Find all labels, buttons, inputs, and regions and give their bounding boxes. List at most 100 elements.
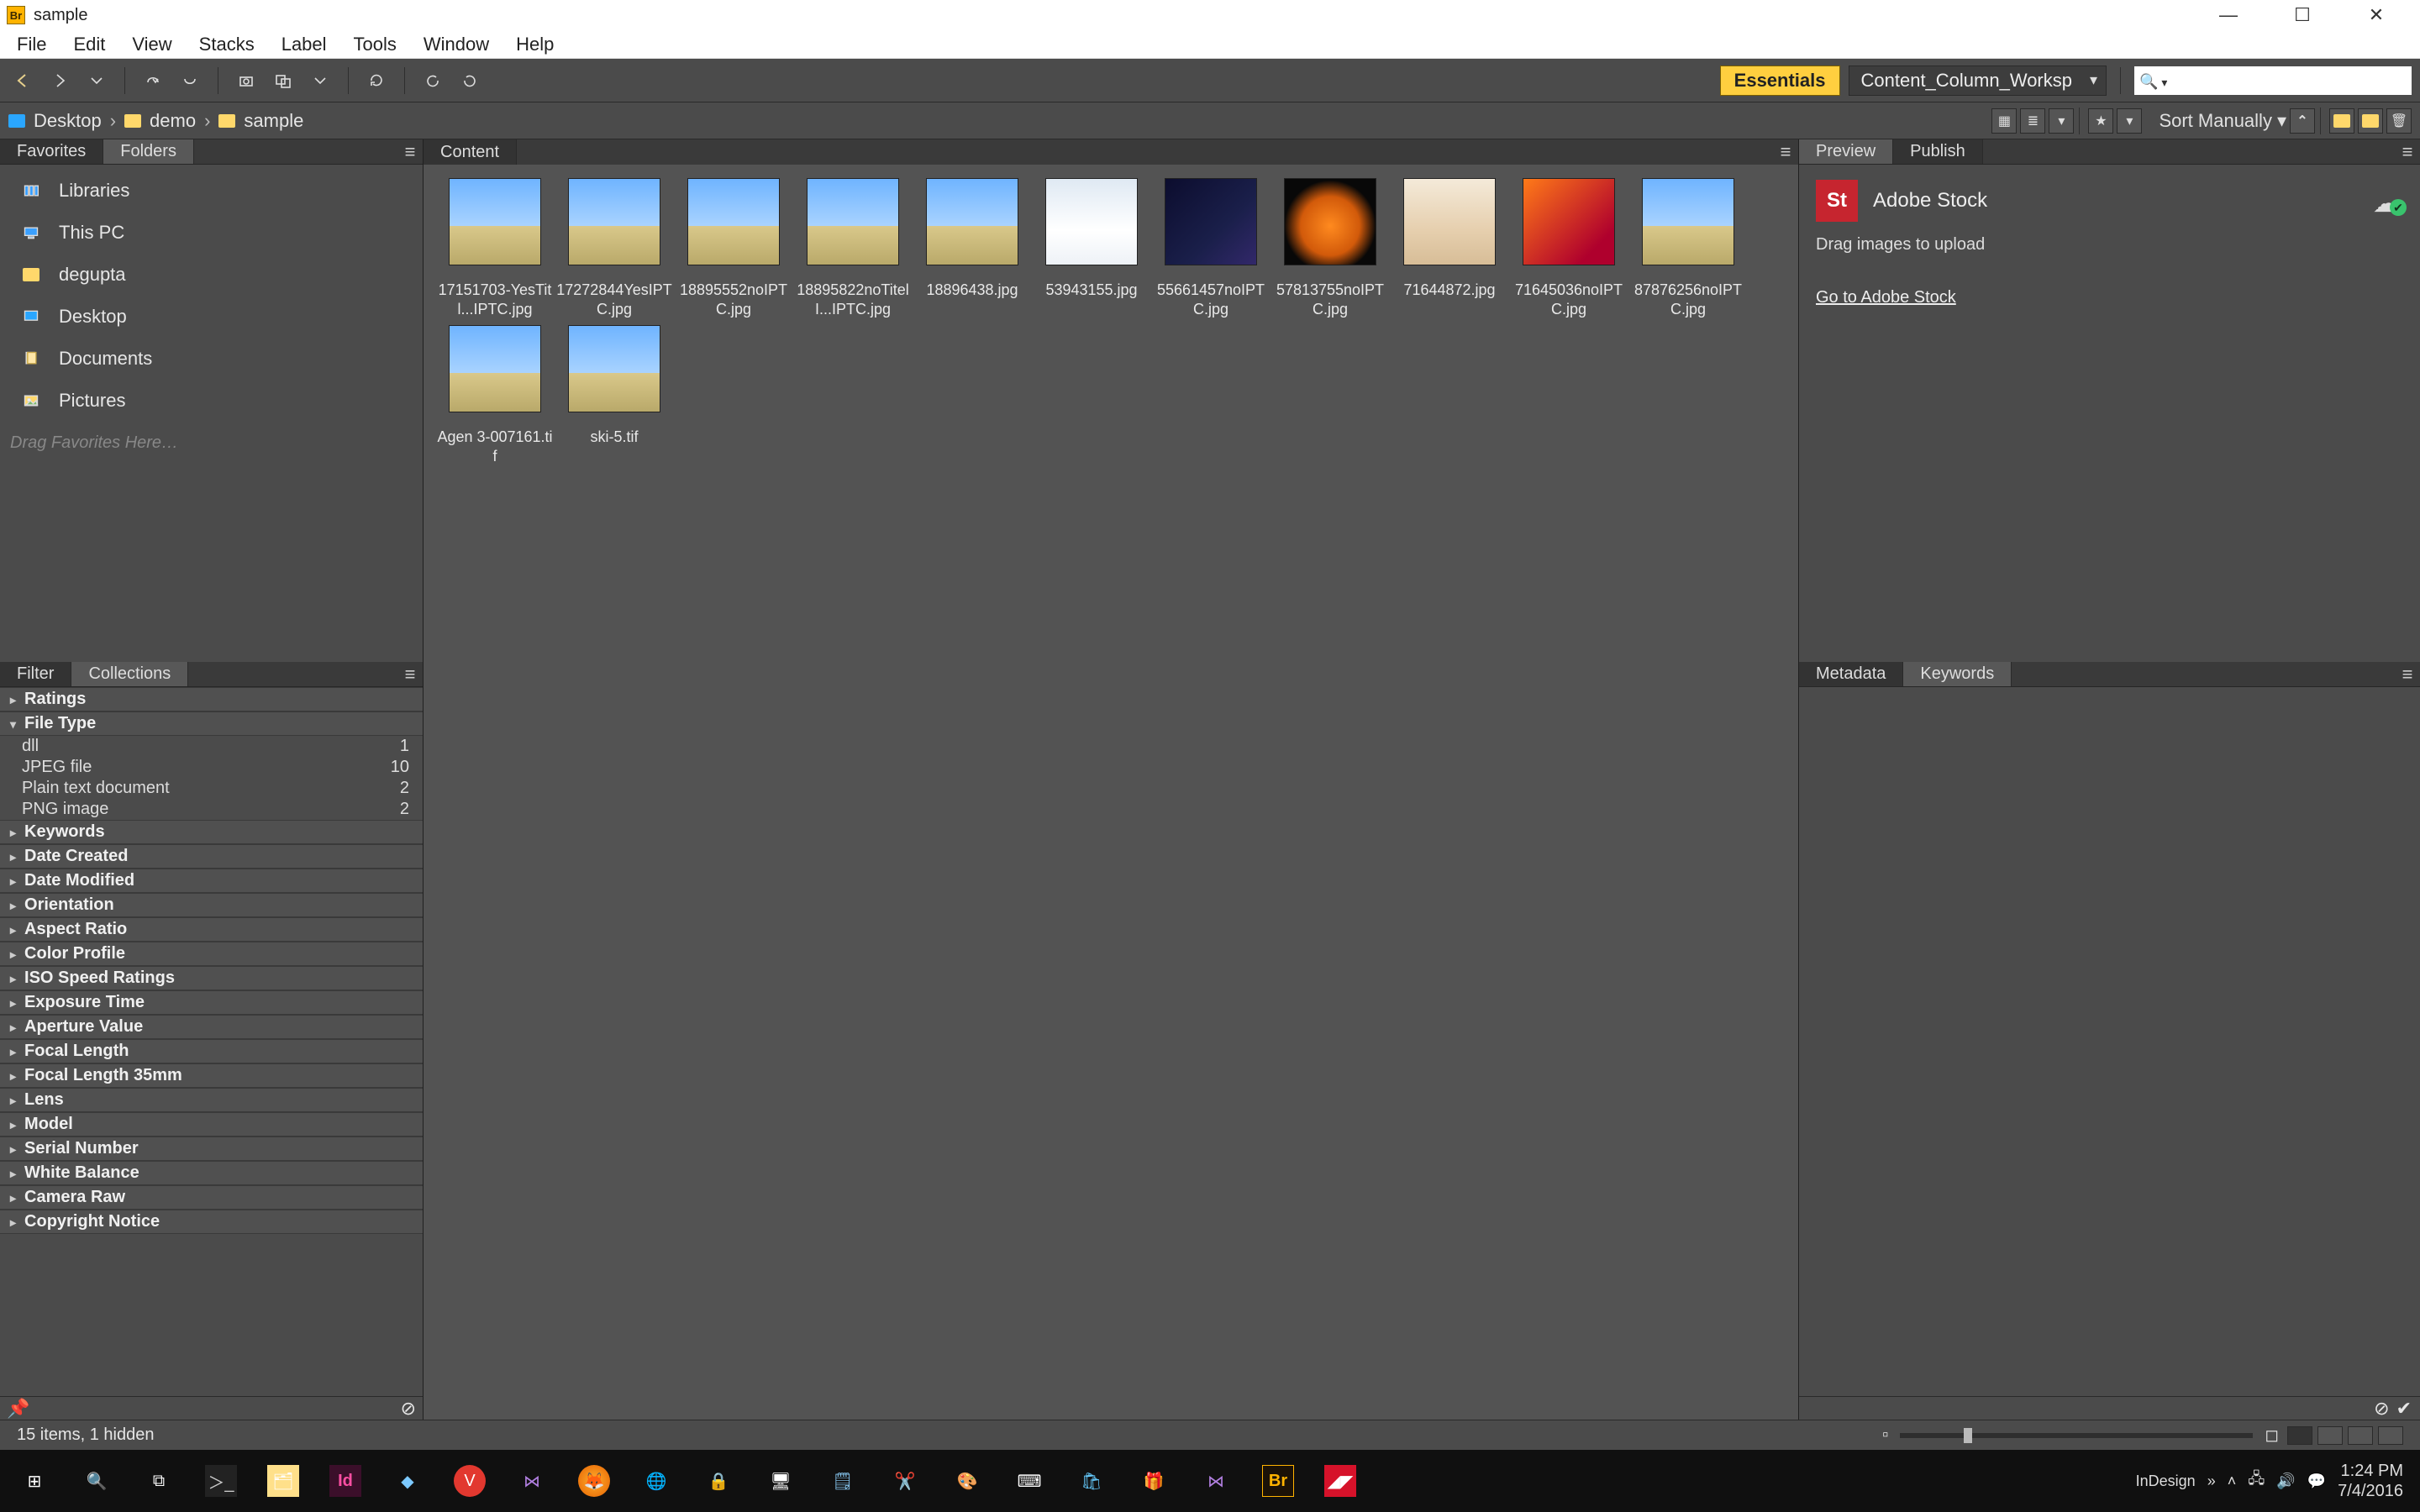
tab-metadata[interactable]: Metadata xyxy=(1799,662,1903,686)
taskbar-app-paint[interactable]: 🎨 xyxy=(936,1450,998,1512)
panel-menu-icon[interactable]: ≡ xyxy=(397,139,423,164)
filter-section-header[interactable]: Copyright Notice xyxy=(0,1210,423,1234)
tray-volume-icon[interactable]: 🔊 xyxy=(2276,1473,2295,1490)
start-button[interactable]: ⊞ xyxy=(3,1450,66,1512)
filter-section-header[interactable]: Focal Length xyxy=(0,1039,423,1063)
filter-section-header[interactable]: Model xyxy=(0,1112,423,1137)
nav-forward-button[interactable] xyxy=(45,66,74,95)
workspace-essentials-button[interactable]: Essentials xyxy=(1720,66,1840,96)
taskbar-app-store[interactable]: 🛍 xyxy=(1060,1450,1123,1512)
refine-button[interactable] xyxy=(269,66,297,95)
workspace-dropdown[interactable]: Content_Column_Worksp xyxy=(1849,66,2107,96)
taskbar-app-vivaldi[interactable]: V xyxy=(439,1450,501,1512)
tab-collections[interactable]: Collections xyxy=(71,662,188,686)
filter-section-header[interactable]: Keywords xyxy=(0,820,423,844)
breadcrumb-item[interactable]: sample xyxy=(244,110,303,132)
taskbar-app-firefox[interactable]: 🦊 xyxy=(563,1450,625,1512)
filter-row[interactable]: PNG image2 xyxy=(0,799,423,820)
sort-direction-button[interactable] xyxy=(2290,108,2315,134)
new-folder-button[interactable] xyxy=(2358,108,2383,134)
taskbar-app-vs[interactable]: ⋈ xyxy=(501,1450,563,1512)
star-filter-dropdown[interactable]: ▾ xyxy=(2117,108,2142,134)
thumbnail[interactable]: 71645036noIPTC.jpg xyxy=(1511,178,1627,320)
cancel-filter-icon[interactable]: ⊘ xyxy=(401,1398,416,1420)
menu-edit[interactable]: Edit xyxy=(61,30,117,59)
window-maximize-button[interactable]: ☐ xyxy=(2265,0,2339,30)
thumb-size-min-icon[interactable]: ▫ xyxy=(1882,1425,1888,1445)
filter-row[interactable]: dll1 xyxy=(0,736,423,757)
tab-folders[interactable]: Folders xyxy=(103,139,194,164)
favorites-item[interactable]: degupta xyxy=(0,254,423,296)
tab-content[interactable]: Content xyxy=(424,139,517,165)
menu-stacks[interactable]: Stacks xyxy=(187,30,266,59)
thumbnail[interactable]: 53943155.jpg xyxy=(1034,178,1150,320)
delete-button[interactable]: 🗑 xyxy=(2386,108,2412,134)
star-filter-button[interactable]: ★ xyxy=(2088,108,2113,134)
taskbar-app-device[interactable]: ⌨ xyxy=(998,1450,1060,1512)
refresh-button[interactable] xyxy=(362,66,391,95)
tray-overflow-icon[interactable]: » xyxy=(2207,1473,2216,1490)
filter-section-header[interactable]: Date Created xyxy=(0,844,423,869)
tab-preview[interactable]: Preview xyxy=(1799,139,1893,164)
tab-favorites[interactable]: Favorites xyxy=(0,139,103,164)
view-options-dropdown[interactable]: ▾ xyxy=(2049,108,2074,134)
filter-section-header[interactable]: Focal Length 35mm xyxy=(0,1063,423,1088)
tray-clock[interactable]: 1:24 PM 7/4/2016 xyxy=(2338,1461,2403,1501)
thumbnail[interactable]: 17272844YesIPTC.jpg xyxy=(556,178,672,320)
rotate-ccw-button[interactable] xyxy=(418,66,447,95)
favorites-item[interactable]: Desktop xyxy=(0,296,423,338)
filter-section-header[interactable]: Lens xyxy=(0,1088,423,1112)
tray-caret-icon[interactable]: ˄ xyxy=(2228,1473,2237,1490)
tray-network-icon[interactable]: 🖧 xyxy=(2248,1468,2265,1494)
nav-back-button[interactable] xyxy=(8,66,37,95)
search-field[interactable] xyxy=(2167,70,2407,91)
menu-window[interactable]: Window xyxy=(412,30,501,59)
favorites-item[interactable]: Pictures xyxy=(0,380,423,422)
filter-row[interactable]: Plain text document2 xyxy=(0,778,423,799)
favorites-item[interactable]: This PC xyxy=(0,212,423,254)
cancel-icon[interactable]: ⊘ xyxy=(2374,1398,2389,1420)
panel-menu-icon[interactable]: ≡ xyxy=(2395,662,2420,686)
taskbar-app-bridge[interactable]: Br xyxy=(1247,1450,1309,1512)
filter-section-header[interactable]: Camera Raw xyxy=(0,1185,423,1210)
taskbar-app-explorer[interactable]: 🗂 xyxy=(252,1450,314,1512)
view-thumbnails-button[interactable]: ▦ xyxy=(1991,108,2017,134)
favorites-item[interactable]: Libraries xyxy=(0,170,423,212)
taskbar-search-button[interactable]: 🔍 xyxy=(66,1450,128,1512)
view-mode-grid[interactable] xyxy=(2287,1426,2312,1445)
thumbnail[interactable]: Agen 3-007161.tif xyxy=(437,325,553,467)
task-view-button[interactable]: ⧉ xyxy=(128,1450,190,1512)
search-input[interactable] xyxy=(2134,66,2412,95)
filter-section-header[interactable]: Serial Number xyxy=(0,1137,423,1161)
menu-label[interactable]: Label xyxy=(270,30,339,59)
tab-publish[interactable]: Publish xyxy=(1893,139,1983,164)
nav-recent-button[interactable] xyxy=(82,66,111,95)
filter-section-header[interactable]: Ratings xyxy=(0,687,423,711)
taskbar-app-indesign[interactable]: Id xyxy=(314,1450,376,1512)
thumbnail[interactable]: 18895822noTitelI...IPTC.jpg xyxy=(795,178,911,320)
tray-action-center-icon[interactable]: 💬 xyxy=(2307,1473,2326,1490)
filter-section-header[interactable]: Aperture Value xyxy=(0,1015,423,1039)
filter-section-header[interactable]: White Balance xyxy=(0,1161,423,1185)
menu-view[interactable]: View xyxy=(120,30,183,59)
taskbar-app-monitor[interactable]: 🖥 xyxy=(750,1450,812,1512)
taskbar-app-lock[interactable]: 🔒 xyxy=(687,1450,750,1512)
open-recent-folder-button[interactable] xyxy=(2329,108,2354,134)
thumbnail[interactable]: 18896438.jpg xyxy=(914,178,1030,320)
taskbar-app-globe[interactable]: 🌐 xyxy=(625,1450,687,1512)
window-minimize-button[interactable]: ― xyxy=(2191,0,2265,30)
menu-file[interactable]: File xyxy=(5,30,58,59)
search-scope-dropdown[interactable] xyxy=(2158,70,2167,92)
menu-help[interactable]: Help xyxy=(504,30,566,59)
taskbar-app-gift[interactable]: 🎁 xyxy=(1123,1450,1185,1512)
favorites-item[interactable]: Documents xyxy=(0,338,423,380)
apply-icon[interactable]: ✔ xyxy=(2396,1398,2412,1420)
filter-section-header[interactable]: Color Profile xyxy=(0,942,423,966)
filter-section-header[interactable]: Date Modified xyxy=(0,869,423,893)
open-recent-button[interactable] xyxy=(306,66,334,95)
tab-keywords[interactable]: Keywords xyxy=(1903,662,2012,686)
filter-section-header[interactable]: Aspect Ratio xyxy=(0,917,423,942)
boomerang-indicator[interactable]: InDesign xyxy=(2136,1473,2196,1490)
taskbar-app-vs2[interactable]: ⋈ xyxy=(1185,1450,1247,1512)
view-mode-details[interactable] xyxy=(2348,1426,2373,1445)
